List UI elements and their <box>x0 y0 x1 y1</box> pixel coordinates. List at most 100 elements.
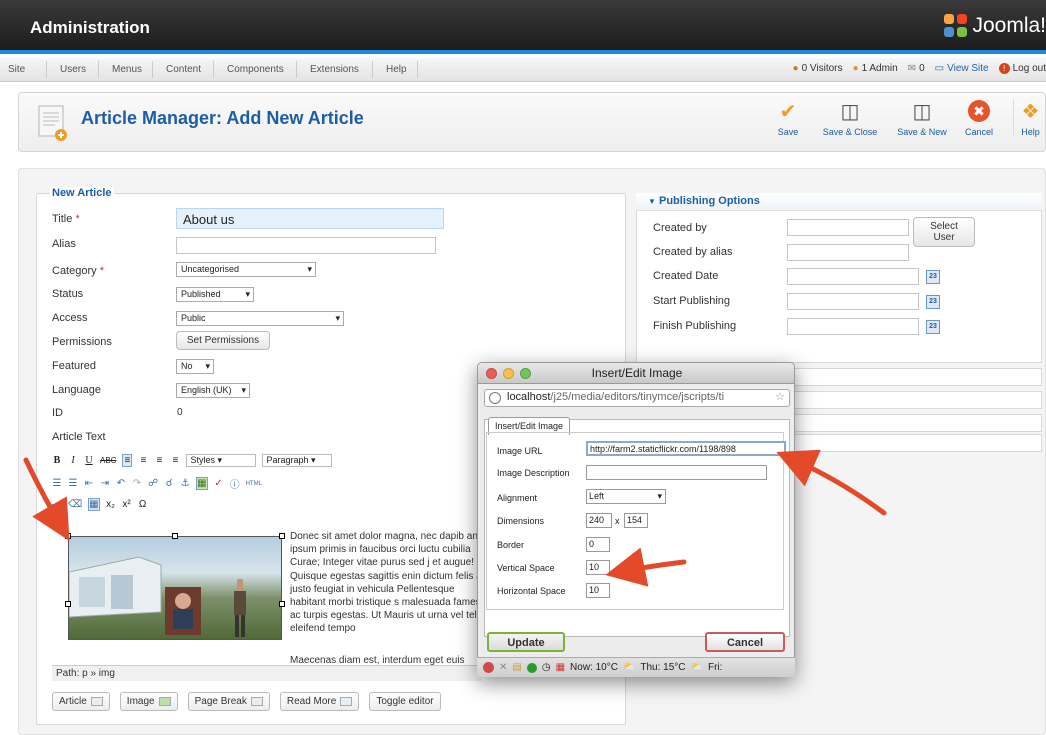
styles-select[interactable]: Styles ▾ <box>186 454 257 467</box>
dropdown-arrow-icon: ▾ <box>205 361 210 371</box>
featured-select[interactable]: No ▾ <box>176 359 214 374</box>
alias-input[interactable] <box>176 237 436 254</box>
embedded-image[interactable] <box>68 536 282 640</box>
language-select[interactable]: English (UK) ▾ <box>176 383 250 398</box>
link-icon[interactable]: ☍ <box>148 478 158 489</box>
width-input[interactable]: 240 <box>586 513 612 528</box>
image-url-input[interactable]: http://farm2.staticflickr.com/1198/898 <box>586 441 786 456</box>
align-left-icon[interactable]: ≡ <box>122 454 133 467</box>
calendar-icon[interactable]: 23 <box>926 295 940 309</box>
close-window-icon[interactable] <box>486 368 497 379</box>
logout-link[interactable]: ! Log out <box>998 63 1046 74</box>
title-input[interactable]: About us <box>176 208 444 229</box>
indent-icon[interactable]: ⇥ <box>100 478 110 489</box>
created-by-alias-label: Created by alias <box>653 246 733 258</box>
minimize-window-icon[interactable] <box>503 368 514 379</box>
update-button[interactable]: Update <box>487 632 565 652</box>
access-label: Access <box>52 312 88 324</box>
outdent-icon[interactable]: ⇤ <box>84 478 94 489</box>
remove-format-icon[interactable]: ⌫ <box>68 499 82 510</box>
created-by-alias-input[interactable] <box>787 244 909 261</box>
addon-icon[interactable] <box>483 662 494 673</box>
visual-aid-icon[interactable]: ▦ <box>88 498 100 511</box>
numbered-list-icon[interactable]: ☰ <box>68 478 78 489</box>
alignment-select[interactable]: Left ▾ <box>586 489 666 504</box>
status-select[interactable]: Published ▾ <box>176 287 254 302</box>
dialog-titlebar[interactable]: Insert/Edit Image <box>478 363 794 384</box>
image-url-label: Image URL <box>497 446 543 456</box>
dialog-url-bar[interactable]: localhost/j25/media/editors/tinymce/jscr… <box>484 389 790 407</box>
save-close-button[interactable]: ◫ Save & Close <box>816 99 884 138</box>
image-description-label: Image Description <box>497 468 570 478</box>
created-by-input[interactable] <box>787 219 909 236</box>
vertical-space-input[interactable]: 10 <box>586 560 610 575</box>
italic-icon[interactable]: I <box>68 455 78 466</box>
publishing-options-header[interactable]: ▼ Publishing Options <box>636 193 1042 211</box>
dialog-cancel-button[interactable]: Cancel <box>705 632 785 652</box>
anchor-icon[interactable]: ⚓ <box>180 478 190 489</box>
menu-site[interactable]: Site <box>8 64 25 75</box>
dropdown-arrow-icon: ▾ <box>657 491 662 501</box>
calendar-icon[interactable]: 23 <box>926 320 940 334</box>
align-right-icon[interactable]: ≡ <box>154 455 164 466</box>
cancel-button[interactable]: ✖ Cancel <box>961 99 997 137</box>
joomla-logo-icon <box>944 14 968 38</box>
menu-menus[interactable]: Menus <box>112 64 142 75</box>
finish-publishing-input[interactable] <box>787 318 919 335</box>
strikethrough-icon[interactable]: ABC <box>100 456 116 465</box>
underline-icon[interactable]: U <box>84 455 94 466</box>
article-button[interactable]: Article <box>52 692 110 711</box>
horizontal-space-input[interactable]: 10 <box>586 583 610 598</box>
view-site-link[interactable]: ▭ View Site <box>935 63 989 74</box>
menu-users[interactable]: Users <box>60 64 86 75</box>
help-circle-icon[interactable]: ⓘ <box>230 476 240 491</box>
weather-thu: Thu: 15°C <box>640 662 686 673</box>
cleanup-icon[interactable]: ✓ <box>214 478 224 489</box>
alignment-label: Alignment <box>497 493 538 503</box>
page-break-button[interactable]: Page Break <box>187 692 270 711</box>
bullet-list-icon[interactable]: ☰ <box>52 478 62 489</box>
border-input[interactable]: 0 <box>586 537 610 552</box>
align-justify-icon[interactable]: ≡ <box>170 455 180 466</box>
save-new-button[interactable]: ◫ Save & New <box>892 99 952 138</box>
read-more-button[interactable]: Read More <box>279 692 360 711</box>
height-input[interactable]: 154 <box>624 513 648 528</box>
access-select[interactable]: Public ▾ <box>176 311 344 326</box>
select-user-button[interactable]: Select User <box>913 217 975 247</box>
messages-status[interactable]: ✉ 0 <box>908 63 925 74</box>
calendar-icon[interactable]: 23 <box>926 270 940 284</box>
superscript-icon[interactable]: x² <box>122 499 132 510</box>
clock-icon: ◷ <box>541 662 551 673</box>
bold-icon[interactable]: B <box>52 455 62 466</box>
menu-extensions[interactable]: Extensions <box>310 64 359 75</box>
subscript-icon[interactable]: x₂ <box>106 499 116 510</box>
image-button[interactable]: Image <box>119 692 178 711</box>
zoom-window-icon[interactable] <box>520 368 531 379</box>
hr-icon[interactable]: — <box>52 499 62 510</box>
help-button[interactable]: ❖ Help <box>1013 99 1046 137</box>
redo-icon[interactable]: ↷ <box>132 478 142 489</box>
folder-icon[interactable]: ▤ <box>512 662 521 673</box>
created-by-label: Created by <box>653 222 707 234</box>
category-select[interactable]: Uncategorised ▾ <box>176 262 316 277</box>
close-icon[interactable]: ✕ <box>499 662 507 673</box>
toggle-editor-button[interactable]: Toggle editor <box>369 692 441 711</box>
menu-content[interactable]: Content <box>166 64 201 75</box>
align-center-icon[interactable]: ≡ <box>138 455 148 466</box>
save-button[interactable]: ✔ Save <box>773 99 803 138</box>
joomla-logo[interactable]: Joomla! <box>944 14 1046 38</box>
editor-content-area[interactable]: Donec sit amet dolor magna, nec dapib an… <box>52 520 482 665</box>
html-icon[interactable]: HTML <box>246 481 262 487</box>
undo-icon[interactable]: ↶ <box>116 478 126 489</box>
star-icon[interactable]: ☆ <box>775 390 785 403</box>
format-select[interactable]: Paragraph ▾ <box>262 454 333 467</box>
set-permissions-button[interactable]: Set Permissions <box>176 331 270 350</box>
unlink-icon[interactable]: ☌ <box>164 478 174 489</box>
special-char-icon[interactable]: Ω <box>138 499 148 510</box>
menu-help[interactable]: Help <box>386 64 407 75</box>
image-icon[interactable]: ▦ <box>196 477 208 490</box>
menu-components[interactable]: Components <box>227 64 284 75</box>
created-date-input[interactable] <box>787 268 919 285</box>
start-publishing-input[interactable] <box>787 293 919 310</box>
image-description-input[interactable] <box>586 465 767 480</box>
